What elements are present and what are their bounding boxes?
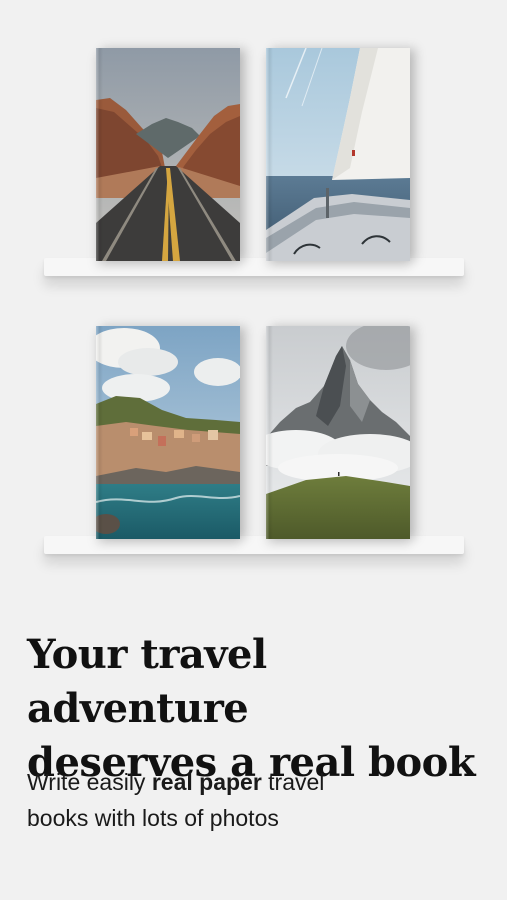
subtitle-part-2: travel bbox=[261, 769, 325, 795]
coastal-village-photo bbox=[96, 326, 240, 539]
book-mountain-peak bbox=[266, 326, 410, 539]
subtitle-part-1: Write easily bbox=[27, 769, 152, 795]
subtitle-line-2: books with lots of photos bbox=[27, 805, 279, 831]
headline-line-1: Your travel adventure bbox=[27, 631, 267, 732]
subtitle: Write easily real paper travel books with… bbox=[27, 764, 467, 836]
mountain-peak-photo bbox=[266, 326, 410, 539]
book-desert-road bbox=[96, 48, 240, 261]
desert-road-photo bbox=[96, 48, 240, 261]
subtitle-bold: real paper bbox=[151, 769, 262, 795]
book-sailboat bbox=[266, 48, 410, 261]
sailboat-photo bbox=[266, 48, 410, 261]
book-coastal-village bbox=[96, 326, 240, 539]
